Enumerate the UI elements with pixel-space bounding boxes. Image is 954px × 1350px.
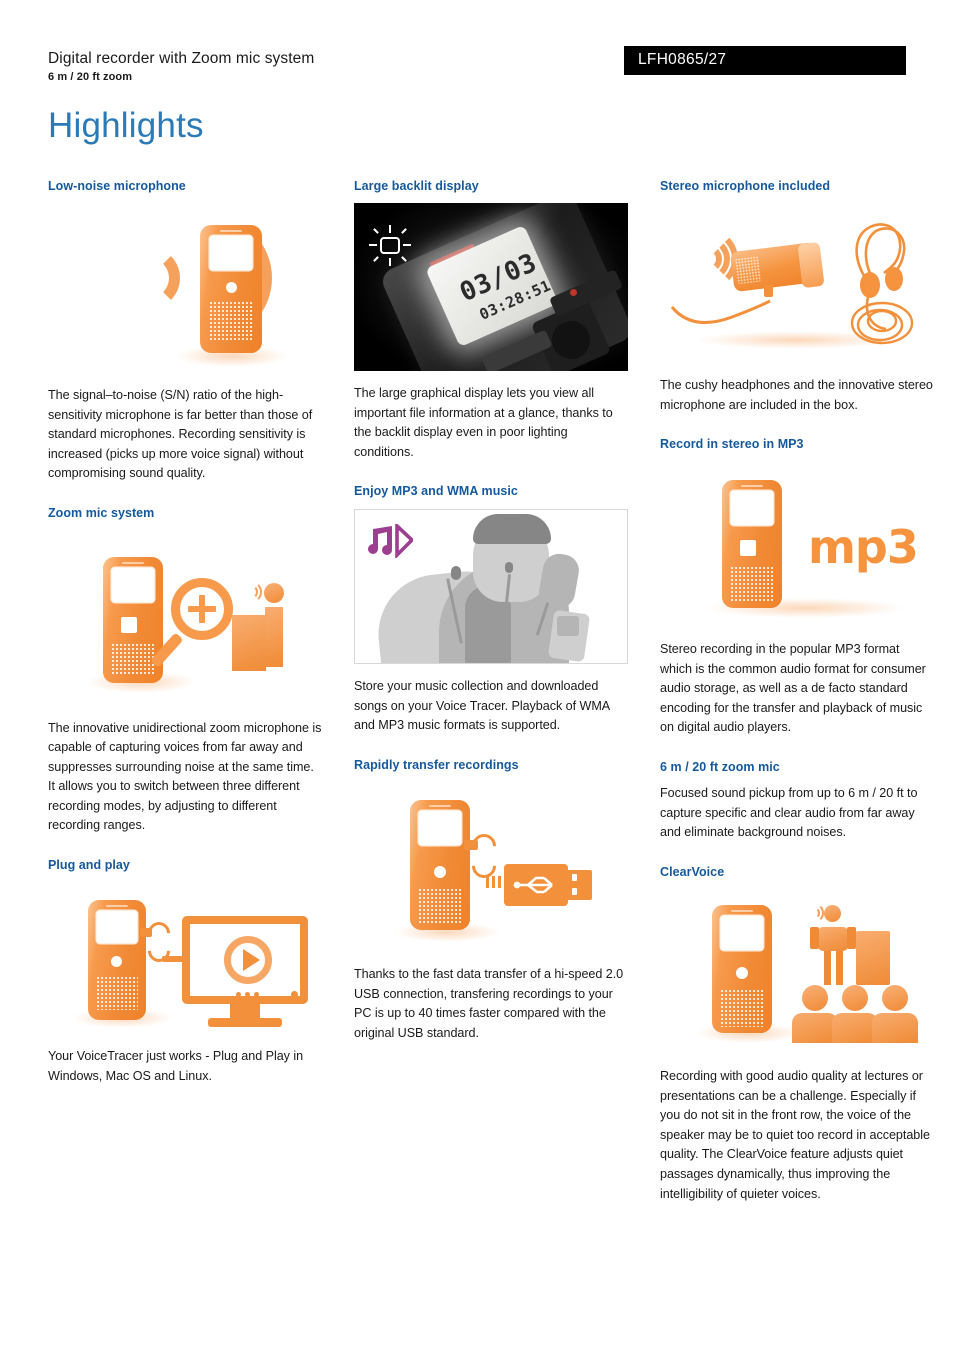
backlit-lcd-photo: 03/03 03:28:51 [354, 203, 628, 372]
section-text: The large graphical display lets you vie… [354, 386, 613, 459]
section-title: Enjoy MP3 and WMA music [354, 484, 518, 499]
section-low-noise-microphone: Low-noise microphone The signal–to-noise… [48, 179, 322, 484]
section-rapidly-transfer-recordings: Rapidly transfer recordings Thanks to th… [354, 758, 628, 1044]
section-title: Rapidly transfer recordings [354, 757, 519, 772]
section-title: Plug and play [48, 857, 130, 872]
section-large-backlit-display: Large backlit display 03/03 03:28:51 The… [354, 179, 628, 463]
recorder-with-soundwaves-illustration [48, 203, 322, 373]
section-text: Focused sound pickup from up to 6 m / 20… [660, 786, 918, 840]
column-left: Low-noise microphone The signal–to-noise… [48, 179, 322, 1226]
section-plug-and-play: Plug and play Your VoiceTracer just work… [48, 858, 322, 1087]
section-record-in-stereo-mp3: Record in stereo in MP3 mp3 Stereo recor… [660, 437, 934, 737]
man-with-earphones-photo [354, 509, 628, 665]
section-text: Thanks to the fast data transfer of a hi… [354, 967, 624, 1040]
column-middle: Large backlit display 03/03 03:28:51 The… [354, 179, 628, 1226]
product-code-badge: LFH0865/27 [624, 46, 906, 75]
column-right: Stereo microphone included The cushy hea… [660, 179, 934, 1226]
section-title: Stereo microphone included [660, 178, 831, 193]
section-zoom-mic-range: 6 m / 20 ft zoom mic Focused sound picku… [660, 760, 934, 843]
section-title: Large backlit display [354, 178, 479, 193]
recorder-connected-to-monitor-illustration [48, 882, 322, 1034]
recorder-usb-connector-illustration [354, 782, 628, 952]
section-text: The innovative unidirectional zoom micro… [48, 720, 322, 833]
page-header: Digital recorder with Zoom mic system 6 … [48, 0, 906, 92]
section-title: 6 m / 20 ft zoom mic [660, 759, 780, 774]
section-stereo-microphone-included: Stereo microphone included The cushy hea… [660, 179, 934, 416]
recorder-magnifier-person-illustration [48, 531, 322, 706]
section-title: ClearVoice [660, 864, 725, 879]
section-text: Store your music collection and download… [354, 679, 610, 733]
soundwave-arc-icon [678, 229, 738, 290]
music-note-play-icon [368, 524, 413, 559]
recorder-presenter-audience-illustration [660, 889, 934, 1054]
podium-icon [856, 931, 890, 986]
highlights-columns: Low-noise microphone The signal–to-noise… [48, 179, 933, 1226]
stereo-mic-and-earphones-illustration [660, 203, 934, 363]
section-title: Low-noise microphone [48, 178, 186, 193]
datasheet-page: Digital recorder with Zoom mic system 6 … [0, 0, 954, 1350]
section-title: Zoom mic system [48, 505, 155, 520]
recorder-mp3-logo-illustration: mp3 [660, 462, 934, 627]
section-zoom-mic-system: Zoom mic system The innovative unidirect… [48, 506, 322, 836]
section-clearvoice: ClearVoice Recording with good audio qua… [660, 865, 934, 1204]
mp3-logo-text: mp3 [808, 520, 919, 575]
section-text: The signal–to-noise (S/N) ratio of the h… [48, 388, 313, 481]
section-title: Record in stereo in MP3 [660, 437, 804, 452]
section-text: Your VoiceTracer just works - Plug and P… [48, 1049, 304, 1083]
section-text: Stereo recording in the popular MP3 form… [660, 642, 926, 735]
section-text: The cushy headphones and the innovative … [660, 378, 933, 412]
section-text: Recording with good audio quality at lec… [660, 1069, 930, 1201]
section-enjoy-mp3-wma-music: Enjoy MP3 and WMA music Store your music… [354, 484, 628, 735]
page-title: Highlights [48, 106, 204, 145]
